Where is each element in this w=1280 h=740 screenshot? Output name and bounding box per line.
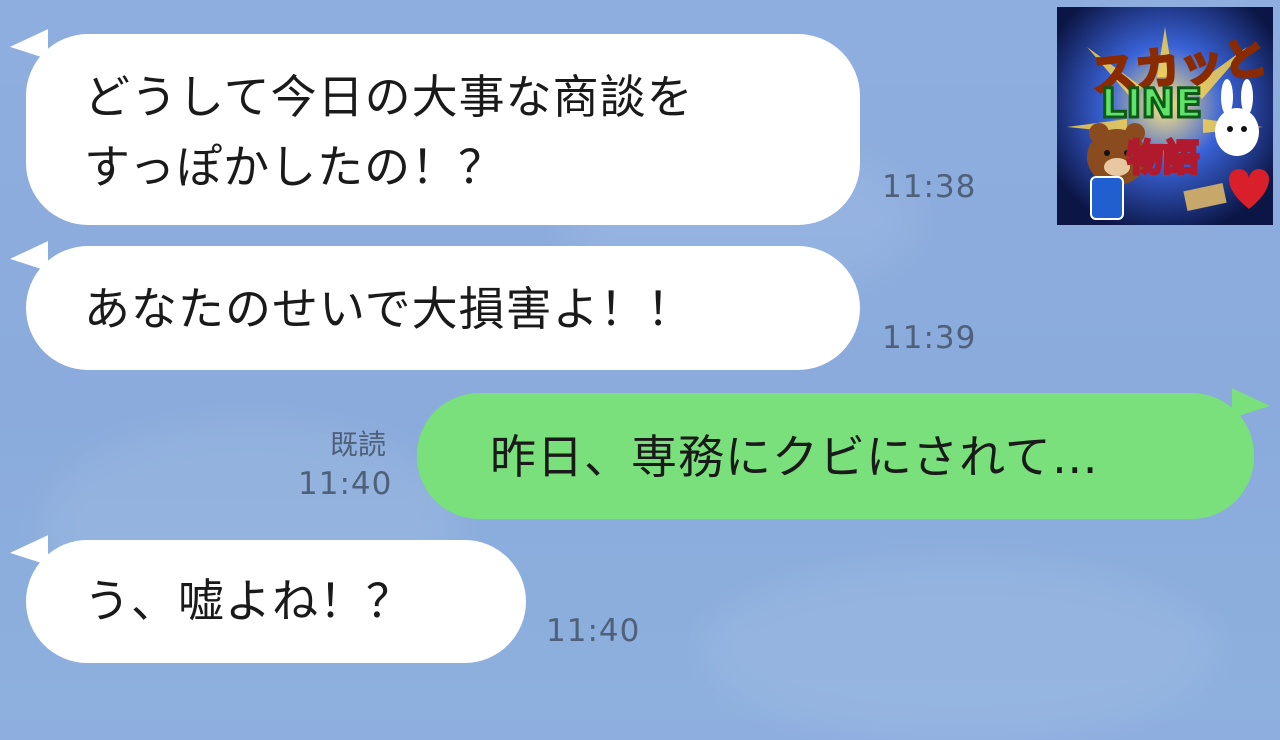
series-logo: スカッと LINE 物語 bbox=[1057, 7, 1273, 225]
message-time: 11:39 bbox=[882, 320, 977, 356]
message-time: 11:40 bbox=[298, 466, 393, 502]
logo-line3: 物語 bbox=[1125, 137, 1200, 181]
bubble-tail bbox=[10, 29, 48, 77]
message-bubble-incoming[interactable]: あなたのせいで大損害よ！！ bbox=[10, 241, 860, 370]
message-bubble-outgoing[interactable]: 昨日、専務にクビにされて… bbox=[417, 388, 1270, 519]
message-text-line: どうして今日の大事な商談を bbox=[84, 70, 694, 124]
background-cloud bbox=[700, 560, 1220, 740]
logo-line2: LINE bbox=[1099, 80, 1203, 129]
bubble-tail bbox=[1232, 388, 1270, 436]
message-text-line: すっぽかしたの！？ bbox=[84, 140, 506, 194]
message-text: あなたのせいで大損害よ！！ bbox=[84, 282, 694, 336]
read-receipt: 既読 bbox=[330, 428, 387, 461]
message-bubble-incoming[interactable]: どうして今日の大事な商談を すっぽかしたの！？ bbox=[10, 29, 860, 225]
message-time: 11:40 bbox=[546, 613, 641, 649]
message-text: う、嘘よね！？ bbox=[84, 574, 413, 628]
message-bubble-incoming[interactable]: う、嘘よね！？ bbox=[10, 535, 526, 663]
bubble-tail bbox=[10, 535, 48, 583]
bubble-tail bbox=[10, 241, 48, 289]
message-time: 11:38 bbox=[882, 169, 977, 205]
message-text: 昨日、専務にクビにされて… bbox=[490, 430, 1099, 484]
